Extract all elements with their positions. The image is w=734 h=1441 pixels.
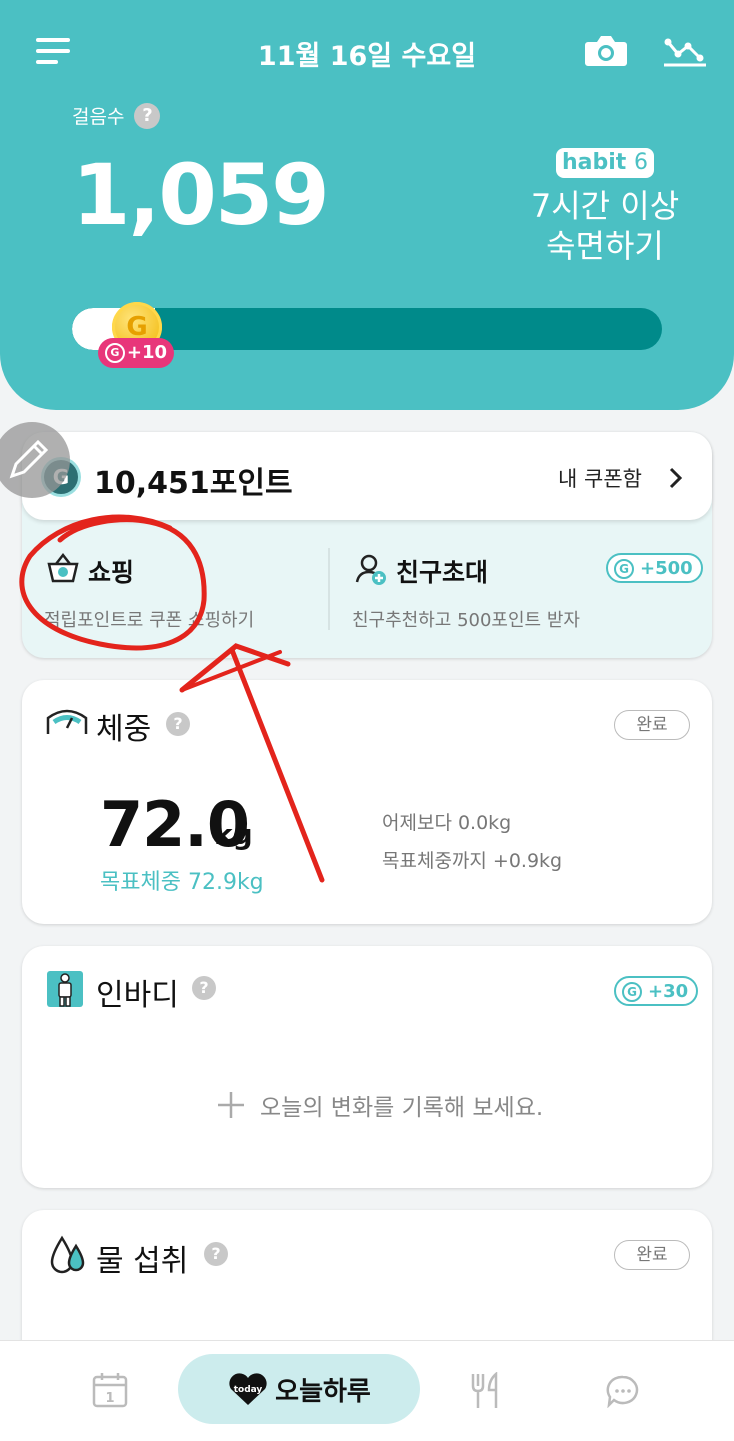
invite-title[interactable]: 친구초대 xyxy=(396,553,488,589)
plus-icon xyxy=(218,1092,244,1118)
water-title: 물 섭취 xyxy=(96,1244,189,1279)
habit-goal-line2: 숙면하기 xyxy=(546,227,664,265)
weight-done-button[interactable]: 완료 xyxy=(614,710,690,740)
steps-value: 1,059 xyxy=(72,146,330,244)
inbody-title: 인바디 xyxy=(96,978,179,1013)
tab-today[interactable]: today 오늘하루 xyxy=(178,1354,420,1424)
step-reward-badge[interactable]: G +10 xyxy=(98,338,174,368)
invite-reward-badge: G +500 xyxy=(606,553,703,583)
habit-goal-line1: 7시간 이상 xyxy=(530,187,680,225)
utensils-icon[interactable] xyxy=(470,1371,504,1414)
points-value: 10,451포인트 xyxy=(94,466,293,501)
help-icon[interactable]: ? xyxy=(166,712,190,736)
divider xyxy=(328,548,330,630)
help-icon[interactable]: ? xyxy=(204,1242,228,1266)
water-drop-icon xyxy=(50,1234,86,1278)
water-done-button[interactable]: 완료 xyxy=(614,1240,690,1270)
trend-icon[interactable] xyxy=(664,34,706,72)
heart-icon: today xyxy=(229,1373,267,1405)
chat-icon[interactable] xyxy=(606,1374,640,1412)
help-icon[interactable]: ? xyxy=(134,102,161,129)
edit-pencil-icon xyxy=(9,439,49,479)
inbody-icon xyxy=(46,970,84,1012)
invite-subtitle[interactable]: 친구추천하고 500포인트 받자 xyxy=(352,606,580,632)
invite-friend-icon xyxy=(354,552,388,590)
svg-text:1: 1 xyxy=(105,1391,114,1406)
calendar-icon[interactable]: 1 xyxy=(92,1372,128,1412)
shopping-title[interactable]: 쇼핑 xyxy=(88,553,134,589)
inbody-add-record[interactable]: 오늘의 변화를 기록해 보세요. xyxy=(216,1088,543,1122)
weight-unit: kg xyxy=(214,818,253,851)
coupon-box-link[interactable]: 내 쿠폰함 xyxy=(558,463,642,493)
help-icon[interactable]: ? xyxy=(192,976,216,1000)
steps-label: 걸음수 ? xyxy=(72,102,161,129)
svg-text:today: today xyxy=(234,1385,263,1395)
tab-today-label: 오늘하루 xyxy=(275,1376,371,1407)
shopping-basket-icon xyxy=(46,552,80,588)
chevron-right-icon[interactable] xyxy=(668,466,684,494)
camera-icon[interactable] xyxy=(584,32,628,72)
edit-fab[interactable] xyxy=(0,422,70,498)
shopping-subtitle[interactable]: 적립포인트로 쿠폰 쇼핑하기 xyxy=(44,606,254,632)
habit-badge[interactable]: habit 6 xyxy=(556,148,654,178)
weight-vs-yesterday: 어제보다 0.0kg xyxy=(382,812,512,834)
weight-title: 체중 xyxy=(96,712,152,747)
weight-to-goal: 목표체중까지 +0.9kg xyxy=(382,850,563,872)
goal-weight: 목표체중 72.9kg xyxy=(100,870,264,895)
inbody-reward-badge: G +30 xyxy=(614,976,699,1006)
scale-icon xyxy=(46,708,88,740)
habit-goal-text[interactable]: 7시간 이상 숙면하기 xyxy=(500,186,710,266)
